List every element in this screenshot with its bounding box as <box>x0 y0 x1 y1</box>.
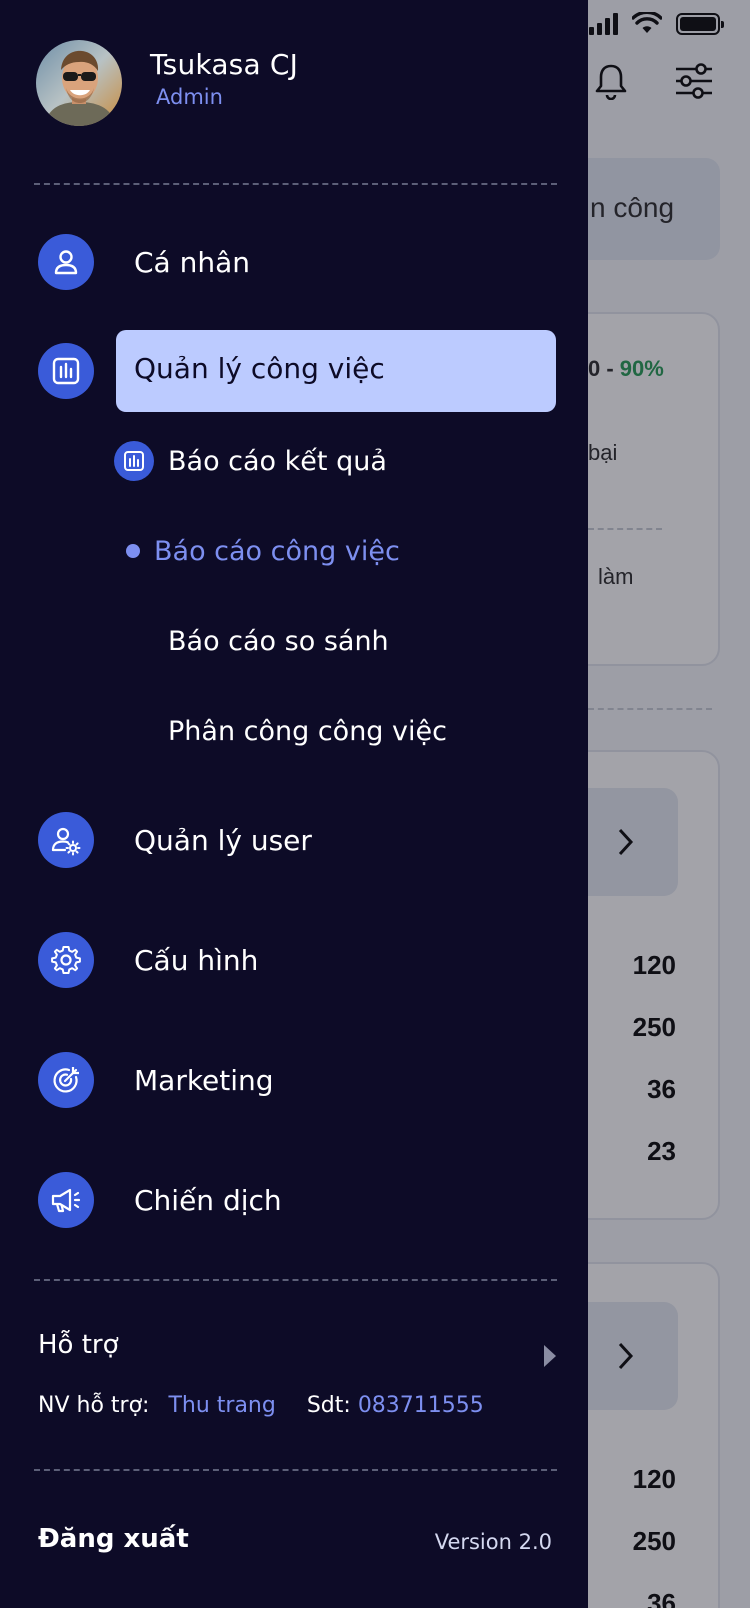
support-phone-label: Sdt: <box>306 1393 351 1418</box>
sub-item-result-report[interactable]: Báo cáo kết quả <box>114 441 387 481</box>
support-title[interactable]: Hỗ trợ <box>38 1330 119 1360</box>
support-staff-label: NV hỗ trợ: <box>38 1393 150 1418</box>
app-version: Version 2.0 <box>434 1530 552 1554</box>
menu-label: Quản lý user <box>134 823 312 857</box>
sub-item-work-report[interactable]: Báo cáo công việc <box>114 531 400 571</box>
menu-label: Cấu hình <box>134 943 259 977</box>
divider <box>34 1279 557 1281</box>
menu-label: Marketing <box>134 1063 274 1097</box>
user-icon <box>38 234 94 290</box>
divider <box>34 1469 557 1471</box>
sub-item-label: Báo cáo so sánh <box>168 625 389 657</box>
user-role: Admin <box>156 85 223 109</box>
menu-item-work-management-icon-wrap[interactable] <box>38 343 94 399</box>
menu-label: Chiến dịch <box>134 1183 282 1217</box>
navigation-drawer: Tsukasa CJ Admin Cá nhân Quản lý công vi… <box>0 0 588 1608</box>
menu-label: Cá nhân <box>134 245 251 279</box>
user-name: Tsukasa CJ <box>150 48 299 81</box>
active-dot-icon <box>126 544 140 558</box>
menu-item-personal[interactable]: Cá nhân <box>38 234 250 290</box>
profile-header[interactable]: Tsukasa CJ Admin <box>36 40 298 126</box>
target-icon <box>38 1052 94 1108</box>
menu-item-campaign[interactable]: Chiến dịch <box>38 1172 282 1228</box>
menu-label-work-management: Quản lý công việc <box>134 352 385 385</box>
sub-item-label: Báo cáo công việc <box>154 535 400 567</box>
support-contact: NV hỗ trợ: Thu trang Sdt: 083711555 <box>38 1393 484 1418</box>
menu-item-user-management[interactable]: Quản lý user <box>38 812 312 868</box>
sub-item-compare-report[interactable]: Báo cáo so sánh <box>168 621 389 661</box>
megaphone-icon <box>38 1172 94 1228</box>
sub-item-assign-work[interactable]: Phân công công việc <box>168 711 447 751</box>
divider <box>34 183 557 185</box>
caret-right-icon[interactable] <box>544 1345 556 1367</box>
chart-icon <box>114 441 154 481</box>
gear-icon <box>38 932 94 988</box>
sub-item-label: Báo cáo kết quả <box>168 445 387 477</box>
chart-icon <box>38 343 94 399</box>
support-phone[interactable]: 083711555 <box>358 1393 484 1418</box>
support-staff-name[interactable]: Thu trang <box>168 1393 275 1418</box>
menu-item-marketing[interactable]: Marketing <box>38 1052 274 1108</box>
sub-item-label: Phân công công việc <box>168 715 447 747</box>
user-gear-icon <box>38 812 94 868</box>
logout-button[interactable]: Đăng xuất <box>38 1524 189 1554</box>
avatar[interactable] <box>36 40 122 126</box>
menu-item-config[interactable]: Cấu hình <box>38 932 258 988</box>
